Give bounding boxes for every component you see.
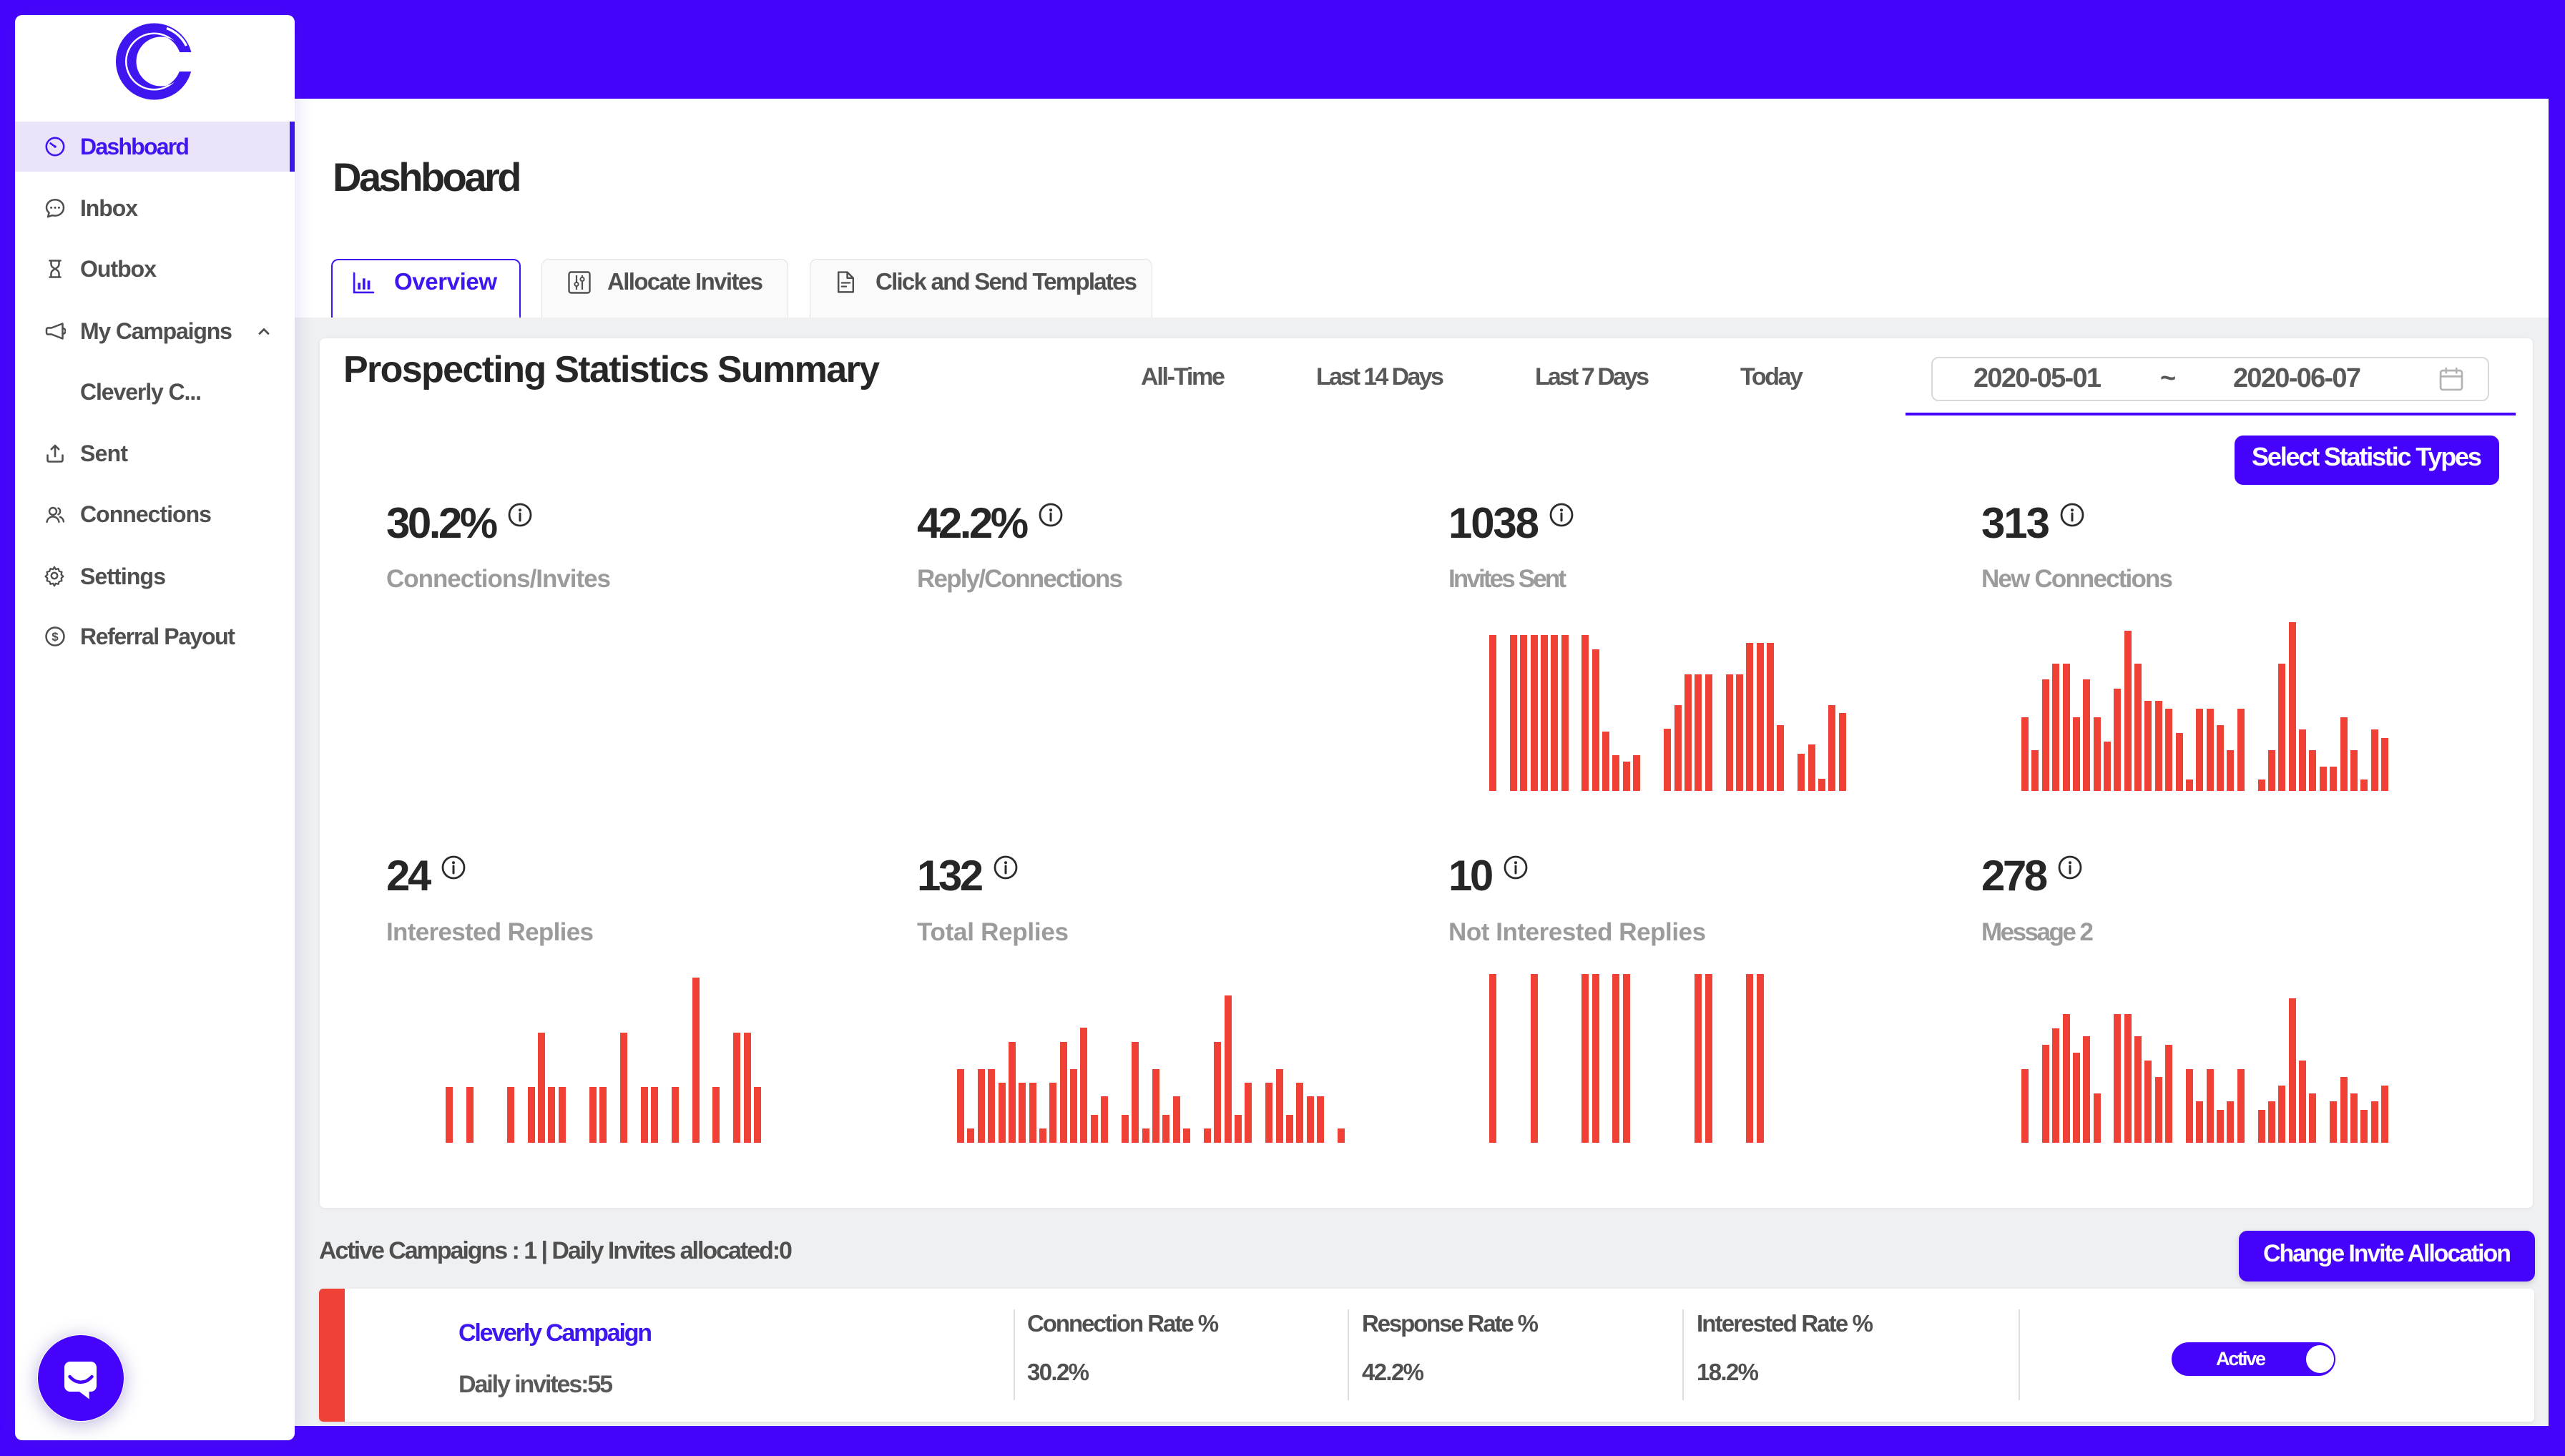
svg-text:$: $	[52, 630, 59, 644]
